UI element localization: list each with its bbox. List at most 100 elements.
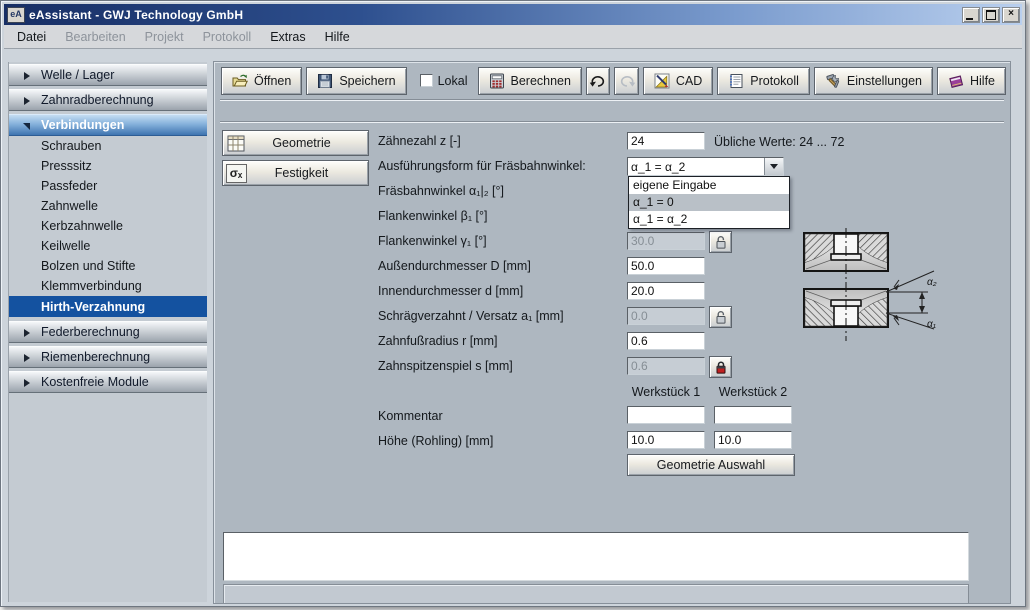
- minimize-icon: [966, 18, 973, 20]
- label-fraesbahnwinkel: Fräsbahnwinkel α₁|₂ [°]: [378, 183, 504, 199]
- dropdown-option-alpha1-0[interactable]: α_1 = 0: [629, 194, 789, 211]
- chevron-right-icon: [24, 379, 30, 387]
- label-kommentar: Kommentar: [378, 408, 443, 424]
- window-title: eAssistant - GWJ Technology GmbH: [29, 8, 243, 22]
- usual-values-hint: Übliche Werte: 24 ... 72: [714, 134, 844, 150]
- sidebar-item-zahnradberechnung[interactable]: Zahnradberechnung: [9, 89, 207, 111]
- local-checkbox-label: Lokal: [438, 74, 468, 88]
- close-button[interactable]: ×: [1002, 7, 1020, 23]
- dropdown-option-alpha1-alpha2[interactable]: α_1 = α_2: [629, 211, 789, 228]
- protocol-button[interactable]: Protokoll: [717, 67, 810, 95]
- sidebar-item-welle-lager[interactable]: Welle / Lager: [9, 64, 207, 86]
- closed-red-padlock-icon: [715, 360, 727, 374]
- werkstueck2-header: Werkstück 2: [713, 384, 793, 400]
- menu-extras[interactable]: Extras: [263, 28, 312, 46]
- sidebar-item-kostenfreie-module[interactable]: Kostenfreie Module: [9, 371, 207, 393]
- sidebar-item-zahnwelle[interactable]: Zahnwelle: [9, 196, 207, 216]
- floppy-disk-icon: [317, 73, 333, 89]
- sidebar-item-riemenberechnung[interactable]: Riemenberechnung: [9, 346, 207, 368]
- calculator-icon: [489, 73, 505, 89]
- label-hoehe-rohling: Höhe (Rohling) [mm]: [378, 433, 493, 449]
- menu-bearbeiten: Bearbeiten: [58, 28, 132, 46]
- lock-button-zahnspitzenspiel[interactable]: [709, 356, 732, 378]
- chevron-right-icon: [24, 354, 30, 362]
- geometrie-auswahl-button[interactable]: Geometrie Auswahl: [627, 454, 795, 476]
- chevron-right-icon: [24, 329, 30, 337]
- zahnfussradius-input[interactable]: [627, 332, 705, 350]
- open-padlock-icon: [715, 235, 727, 249]
- cad-button[interactable]: CAD: [643, 67, 713, 95]
- sidebar-item-federberechnung[interactable]: Federberechnung: [9, 321, 207, 343]
- sidebar-item-kerbzahnwelle[interactable]: Kerbzahnwelle: [9, 216, 207, 236]
- open-folder-icon: [232, 73, 248, 89]
- toolbar: Öffnen Speichern Lokal: [214, 62, 1010, 99]
- redo-arrow-icon: [618, 74, 636, 88]
- flankenwinkel-gamma-input: [627, 232, 705, 250]
- lock-button-gamma[interactable]: [709, 231, 732, 253]
- alpha1-label: α₁: [927, 319, 936, 330]
- app-icon: eA: [7, 7, 25, 23]
- aussendurchmesser-input[interactable]: [627, 257, 705, 275]
- geometrie-view-button[interactable]: Geometrie: [222, 130, 369, 156]
- sidebar-item-hirth-verzahnung[interactable]: Hirth-Verzahnung: [9, 296, 207, 317]
- hirth-coupling-diagram: α₂ α₁: [798, 228, 940, 342]
- dropdown-option-eigene-eingabe[interactable]: eigene Eingabe: [629, 177, 789, 194]
- sidebar-item-keilwelle[interactable]: Keilwelle: [9, 236, 207, 256]
- hoehe-input-2[interactable]: [714, 431, 792, 449]
- undo-arrow-icon: [589, 74, 607, 88]
- divider: [220, 121, 1004, 123]
- label-zaehnezahl: Zähnezahl z [-]: [378, 133, 461, 149]
- menu-bar: Datei Bearbeiten Projekt Protokoll Extra…: [4, 25, 1022, 49]
- maximize-button[interactable]: [982, 7, 1000, 23]
- ausfuehrungsform-combobox[interactable]: α_1 = α_2: [627, 157, 784, 176]
- main-panel: Öffnen Speichern Lokal: [213, 61, 1011, 604]
- label-aussendurchmesser: Außendurchmesser D [mm]: [378, 258, 531, 274]
- divider: [220, 99, 1004, 101]
- label-schraegverzahnt: Schrägverzahnt / Versatz a₁ [mm]: [378, 308, 564, 324]
- werkstueck1-header: Werkstück 1: [626, 384, 706, 400]
- bottom-panel-edge: [223, 584, 969, 603]
- alpha2-label: α₂: [927, 277, 937, 288]
- sidebar-item-presssitz[interactable]: Presssitz: [9, 156, 207, 176]
- help-button[interactable]: Hilfe: [937, 67, 1006, 95]
- sidebar-item-klemmverbindung[interactable]: Klemmverbindung: [9, 276, 207, 296]
- combobox-arrow-button[interactable]: [764, 158, 783, 175]
- menu-protokoll: Protokoll: [196, 28, 259, 46]
- calculate-button[interactable]: Berechnen: [478, 67, 582, 95]
- book-icon: [948, 73, 964, 89]
- sidebar-item-passfeder[interactable]: Passfeder: [9, 176, 207, 196]
- kommentar-input-1[interactable]: [627, 406, 705, 424]
- tools-icon: [825, 73, 841, 89]
- chevron-expanded-icon: [23, 123, 30, 130]
- label-zahnfussradius: Zahnfußradius r [mm]: [378, 333, 497, 349]
- app-window: eA eAssistant - GWJ Technology GmbH × Da…: [0, 0, 1026, 607]
- label-ausfuehrungsform: Ausführungsform für Fräsbahnwinkel:: [378, 158, 586, 174]
- label-flankenwinkel-gamma: Flankenwinkel γ₁ [°]: [378, 233, 487, 249]
- maximize-icon: [986, 10, 996, 20]
- hoehe-input-1[interactable]: [627, 431, 705, 449]
- menu-datei[interactable]: Datei: [10, 28, 53, 46]
- lock-button-versatz[interactable]: [709, 306, 732, 328]
- innendurchmesser-input[interactable]: [627, 282, 705, 300]
- settings-button[interactable]: Einstellungen: [814, 67, 933, 95]
- zaehnezahl-input[interactable]: [627, 132, 705, 150]
- sidebar-item-bolzen-und-stifte[interactable]: Bolzen und Stifte: [9, 256, 207, 276]
- undo-button[interactable]: [586, 67, 610, 95]
- kommentar-input-2[interactable]: [714, 406, 792, 424]
- sidebar-item-schrauben[interactable]: Schrauben: [9, 136, 207, 156]
- chevron-down-icon: [770, 164, 778, 169]
- open-button[interactable]: Öffnen: [221, 67, 302, 95]
- minimize-button[interactable]: [962, 7, 980, 23]
- label-flankenwinkel-beta: Flankenwinkel β₁ [°]: [378, 208, 488, 224]
- sidebar-item-verbindungen[interactable]: Verbindungen: [9, 114, 207, 136]
- sidebar: Welle / Lager Zahnradberechnung Verbindu…: [8, 62, 207, 602]
- festigkeit-view-button[interactable]: σₓ Festigkeit: [222, 160, 369, 186]
- local-checkbox[interactable]: [420, 74, 433, 87]
- sigma-x-icon: σₓ: [225, 163, 247, 183]
- chevron-right-icon: [24, 97, 30, 105]
- menu-hilfe[interactable]: Hilfe: [318, 28, 357, 46]
- label-innendurchmesser: Innendurchmesser d [mm]: [378, 283, 523, 299]
- save-button[interactable]: Speichern: [306, 67, 406, 95]
- local-checkbox-group: Lokal: [420, 74, 468, 88]
- chevron-right-icon: [24, 72, 30, 80]
